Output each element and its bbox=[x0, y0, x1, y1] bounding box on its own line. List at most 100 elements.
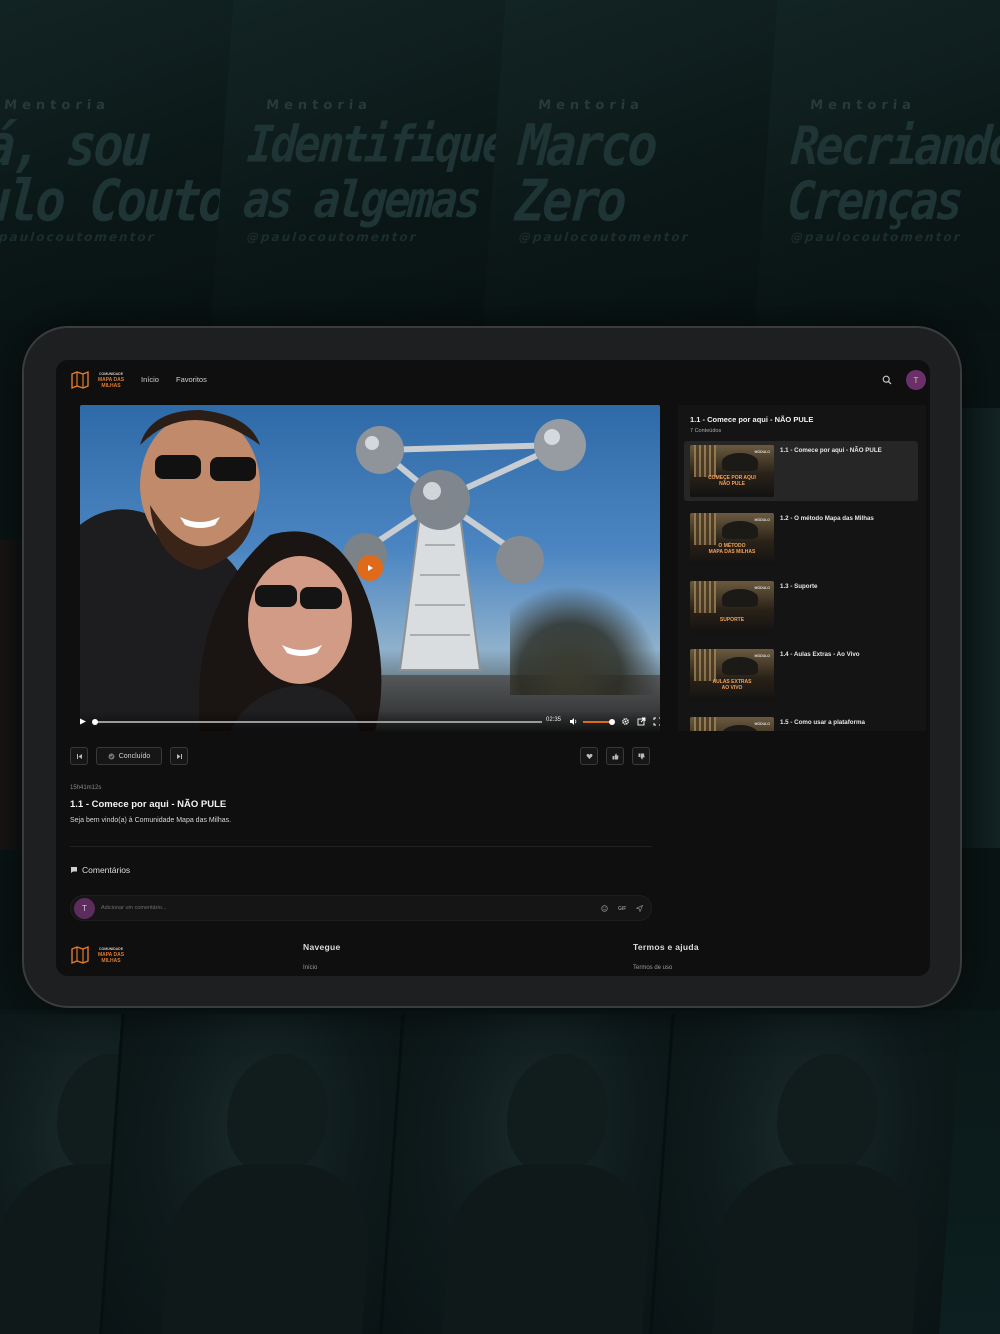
volume-icon[interactable] bbox=[569, 717, 578, 726]
nav-link-inicio[interactable]: Início bbox=[141, 375, 159, 384]
tablet-frame: COMUNIDADE MAPA DAS MILHAS Início Favori… bbox=[22, 326, 962, 1008]
comment-bubble-icon bbox=[71, 867, 77, 873]
thumb-tag: MÓDULO bbox=[754, 722, 770, 726]
footer-logo[interactable]: COMUNIDADE MAPA DAS MILHAS bbox=[70, 945, 128, 965]
video-person-woman bbox=[198, 531, 382, 731]
banner-handle: @paulocoutomentor bbox=[518, 230, 691, 244]
lesson-thumbnail: MÓDULO COMEÇE POR AQUI NÃO PULE bbox=[690, 445, 774, 497]
brand-logo[interactable]: COMUNIDADE MAPA DAS MILHAS bbox=[70, 370, 128, 390]
footer-heading-termos: Termos e ajuda bbox=[633, 942, 699, 952]
section-divider bbox=[70, 846, 652, 847]
lesson-thumbnail: MÓDULO O MÉTODO MAPA DAS MILHAS bbox=[690, 513, 774, 565]
playlist-title: 1.1 - Comece por aqui - NÃO PULE bbox=[690, 415, 814, 424]
playlist-item[interactable]: MÓDULO AULAS EXTRAS AO VIVO 1.4 - Aulas … bbox=[684, 645, 918, 705]
check-circle-icon bbox=[108, 753, 115, 759]
send-icon[interactable] bbox=[636, 905, 643, 912]
thumb-tag: MÓDULO bbox=[754, 450, 770, 454]
banner-eyebrow: Mentoria bbox=[3, 98, 111, 113]
play-icon[interactable] bbox=[80, 717, 87, 726]
background-photo bbox=[378, 1014, 692, 1334]
volume-handle[interactable] bbox=[609, 719, 615, 725]
playlist-item-label: 1.3 - Suporte bbox=[780, 583, 818, 590]
playlist-item-label: 1.2 - O método Mapa das Milhas bbox=[780, 515, 874, 522]
fullscreen-icon[interactable] bbox=[653, 717, 660, 726]
like-button[interactable] bbox=[606, 747, 624, 765]
mark-complete-button[interactable]: Concluído bbox=[96, 747, 162, 765]
background-banner-top: Mentoria á, sou ulo Couto @paulocoutomen… bbox=[0, 0, 1000, 330]
heart-icon bbox=[586, 753, 592, 759]
search-icon[interactable] bbox=[882, 375, 892, 385]
play-overlay-button[interactable] bbox=[357, 555, 383, 581]
thumb-tag: MÓDULO bbox=[754, 518, 770, 522]
playlist-item[interactable]: MÓDULO SUPORTE 1.3 - Suporte bbox=[684, 577, 918, 637]
comment-input-bar[interactable]: T Adicionar um comentário... GIF bbox=[70, 895, 652, 921]
skip-forward-icon bbox=[176, 753, 182, 759]
nav-link-favoritos[interactable]: Favoritos bbox=[176, 375, 207, 384]
playlist-item[interactable]: MÓDULO 1.5 - Como usar a plataforma bbox=[684, 713, 918, 731]
thumb-tag: MÓDULO bbox=[754, 586, 770, 590]
banner-title: Marco Zero bbox=[513, 112, 658, 235]
comments-heading-label: Comentários bbox=[82, 865, 131, 875]
video-player[interactable]: 02:35 bbox=[80, 405, 660, 731]
skip-back-icon bbox=[76, 753, 82, 759]
progress-handle[interactable] bbox=[92, 719, 98, 725]
video-trees bbox=[510, 585, 660, 695]
lesson-title: 1.1 - Comece por aqui - NÃO PULE bbox=[70, 799, 227, 810]
favorite-button[interactable] bbox=[580, 747, 598, 765]
brand-main: MAPA DAS MILHAS bbox=[97, 377, 125, 389]
banner-card: Mentoria Recriando Crenças @paulocoutome… bbox=[754, 0, 1000, 330]
thumb-text: SUPORTE bbox=[719, 617, 745, 623]
banner-handle: @paulocoutomentor bbox=[0, 230, 157, 244]
lesson-thumbnail: MÓDULO AULAS EXTRAS AO VIVO bbox=[690, 649, 774, 701]
thumb-text: O MÉTODO MAPA DAS MILHAS bbox=[708, 543, 756, 555]
banner-handle: @paulocoutomentor bbox=[246, 230, 419, 244]
lesson-duration: 15h41m12s bbox=[70, 785, 102, 791]
progress-bar[interactable] bbox=[94, 721, 542, 723]
banner-title: Recriando Crenças bbox=[785, 114, 1000, 232]
next-lesson-button[interactable] bbox=[170, 747, 188, 765]
background-banner-bottom bbox=[0, 1010, 1000, 1334]
thumbs-down-icon bbox=[638, 753, 644, 759]
footer-brand-name: COMUNIDADE MAPA DAS MILHAS bbox=[94, 946, 128, 964]
background-photo bbox=[648, 1014, 962, 1334]
banner-title: Identifique as algemas bbox=[241, 115, 508, 230]
playlist-item[interactable]: MÓDULO O MÉTODO MAPA DAS MILHAS 1.2 - O … bbox=[684, 509, 918, 569]
background-side-right bbox=[960, 408, 1000, 848]
play-icon bbox=[368, 565, 373, 571]
thumb-text: AULAS EXTRAS AO VIVO bbox=[712, 679, 752, 691]
lesson-thumbnail: MÓDULO bbox=[690, 717, 774, 731]
map-icon bbox=[71, 370, 89, 390]
footer-brand-main: MAPA DAS MILHAS bbox=[97, 952, 125, 964]
banner-eyebrow: Mentoria bbox=[809, 98, 917, 113]
banner-handle: @paulocoutomentor bbox=[790, 230, 963, 244]
footer-link-termos[interactable]: Termos de uso bbox=[633, 965, 672, 971]
settings-gear-icon[interactable] bbox=[621, 717, 630, 726]
app-screen: COMUNIDADE MAPA DAS MILHAS Início Favori… bbox=[56, 360, 930, 976]
thumbs-up-icon bbox=[612, 753, 618, 759]
background-side-left bbox=[0, 540, 24, 850]
emoji-icon[interactable] bbox=[601, 905, 608, 912]
banner-eyebrow: Mentoria bbox=[537, 98, 645, 113]
previous-lesson-button[interactable] bbox=[70, 747, 88, 765]
background-photo bbox=[98, 1014, 412, 1334]
player-controls: 02:35 bbox=[80, 711, 660, 731]
time-remaining: 02:35 bbox=[546, 717, 562, 723]
thumb-text: COMEÇE POR AQUI NÃO PULE bbox=[708, 475, 756, 487]
playlist-item[interactable]: MÓDULO COMEÇE POR AQUI NÃO PULE 1.1 - Co… bbox=[684, 441, 918, 501]
user-avatar[interactable]: T bbox=[906, 370, 926, 390]
dislike-button[interactable] bbox=[632, 747, 650, 765]
external-link-icon[interactable] bbox=[637, 717, 646, 726]
comment-input[interactable]: Adicionar um comentário... bbox=[101, 905, 166, 911]
mark-complete-label: Concluído bbox=[118, 752, 151, 760]
playlist-count: 7 Conteúdos bbox=[690, 428, 722, 434]
gif-button[interactable]: GIF bbox=[618, 906, 626, 912]
comment-avatar: T bbox=[74, 898, 95, 919]
top-navbar: COMUNIDADE MAPA DAS MILHAS Início Favori… bbox=[56, 360, 930, 400]
lesson-playlist: 1.1 - Comece por aqui - NÃO PULE 7 Conte… bbox=[678, 405, 926, 731]
banner-eyebrow: Mentoria bbox=[265, 98, 373, 113]
playlist-item-label: 1.5 - Como usar a plataforma bbox=[780, 719, 865, 726]
brand-name: COMUNIDADE MAPA DAS MILHAS bbox=[94, 371, 128, 389]
thumb-tag: MÓDULO bbox=[754, 654, 770, 658]
footer-link-inicio[interactable]: Início bbox=[303, 965, 317, 971]
lesson-thumbnail: MÓDULO SUPORTE bbox=[690, 581, 774, 633]
